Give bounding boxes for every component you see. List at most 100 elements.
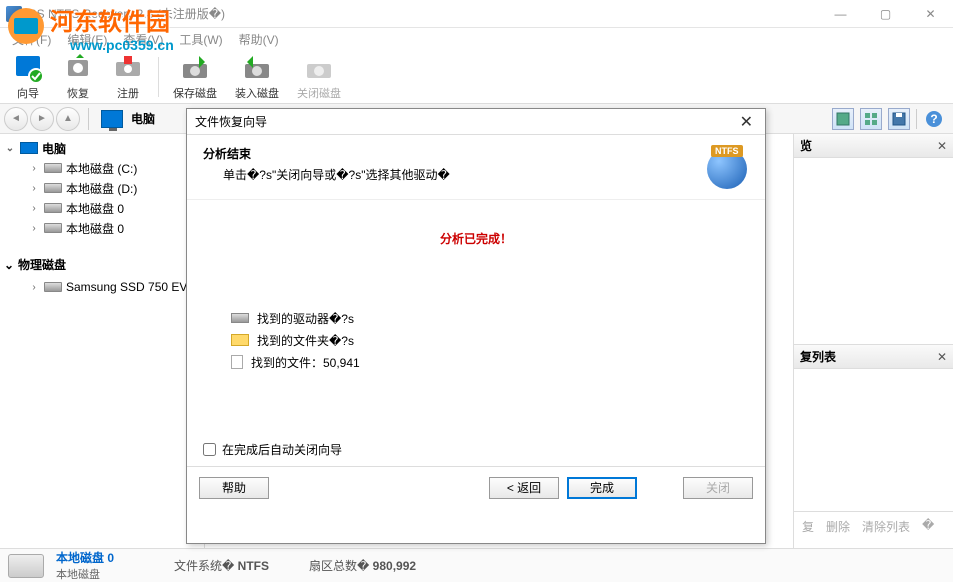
preview-close-icon[interactable]: ✕: [937, 139, 947, 153]
nav-back-button[interactable]: ◄: [4, 107, 28, 131]
load-disk-label: 装入磁盘: [235, 85, 279, 101]
drive-icon: [44, 282, 62, 292]
tree-label: 电脑: [42, 140, 66, 157]
expand-icon[interactable]: ›: [28, 223, 40, 234]
wizard-help-button[interactable]: 帮助: [199, 477, 269, 499]
recover-button[interactable]: 恢复: [54, 50, 102, 103]
nav-up-button[interactable]: ▲: [56, 107, 80, 131]
menu-file[interactable]: 文件(F): [4, 29, 59, 50]
tree-physical-drive[interactable]: › Samsung SSD 750 EVO: [0, 277, 204, 297]
separator: [916, 109, 917, 129]
menu-edit[interactable]: 编辑(E): [59, 29, 115, 50]
result-label: 找到的文件夹�?s: [257, 332, 354, 349]
minimize-button[interactable]: —: [818, 0, 863, 28]
main-toolbar: 向导 恢复 注册 保存磁盘 装入磁盘 关闭磁盘: [0, 50, 953, 104]
result-drives: 找到的驱动器�?s: [231, 307, 745, 329]
help-button[interactable]: ?: [923, 108, 945, 130]
preview-title: 览: [800, 137, 812, 154]
folder-icon: [231, 334, 249, 346]
collapse-icon[interactable]: ⌄: [4, 143, 16, 154]
view-large-button[interactable]: [832, 108, 854, 130]
status-sectors: 扇区总数� 980,992: [309, 557, 416, 574]
wizard-autoclose-row: 在完成后自动关闭向导: [187, 433, 765, 466]
tree-drive[interactable]: › 本地磁盘 (C:): [0, 158, 204, 178]
rl-clear-button[interactable]: 清除列表: [858, 516, 914, 537]
status-disk-sub: 本地磁盘: [56, 566, 114, 582]
drive-icon: [44, 223, 62, 233]
tree-label: 本地磁盘 (C:): [66, 160, 137, 177]
wizard-heading: 分析结束: [203, 145, 450, 162]
wizard-button[interactable]: 向导: [4, 50, 52, 103]
recovery-list-header: 复列表 ✕: [794, 345, 953, 369]
tree-label: 物理磁盘: [18, 256, 66, 273]
recover-label: 恢复: [67, 85, 89, 101]
tree-drive[interactable]: › 本地磁盘 0: [0, 198, 204, 218]
load-disk-icon: [241, 52, 273, 84]
result-folders: 找到的文件夹�?s: [231, 329, 745, 351]
wizard-body: 分析已完成！ 找到的驱动器�?s 找到的文件夹�?s 找到的文件：50,941: [187, 200, 765, 383]
load-disk-button[interactable]: 装入磁盘: [227, 50, 287, 103]
window-close-button[interactable]: ✕: [908, 0, 953, 28]
tree-physical-group[interactable]: ⌄ 物理磁盘: [0, 252, 204, 277]
menu-help[interactable]: 帮助(V): [231, 29, 287, 50]
menu-tools[interactable]: 工具(W): [171, 29, 230, 50]
recovery-list-close-icon[interactable]: ✕: [937, 350, 947, 364]
wizard-label: 向导: [17, 85, 39, 101]
wizard-close-button[interactable]: 关闭: [683, 477, 753, 499]
close-disk-icon: [303, 52, 335, 84]
maximize-button[interactable]: ▢: [863, 0, 908, 28]
expand-icon[interactable]: ›: [28, 183, 40, 194]
save-disk-label: 保存磁盘: [173, 85, 217, 101]
svg-text:?: ?: [930, 112, 937, 126]
separator: [88, 108, 89, 130]
wizard-icon: [12, 52, 44, 84]
close-disk-button[interactable]: 关闭磁盘: [289, 50, 349, 103]
nav-forward-button[interactable]: ►: [30, 107, 54, 131]
file-icon: [231, 355, 243, 369]
tree-label: Samsung SSD 750 EVO: [66, 280, 197, 294]
wizard-done-message: 分析已完成！: [207, 230, 745, 247]
ntfs-icon: NTFS: [705, 145, 749, 189]
rl-more-button[interactable]: �: [918, 516, 938, 537]
wizard-finish-button[interactable]: 完成: [567, 477, 637, 499]
tree-drive[interactable]: › 本地磁盘 0: [0, 218, 204, 238]
register-button[interactable]: 注册: [104, 50, 152, 103]
drive-icon: [231, 313, 249, 323]
wizard-title: 文件恢复向导: [195, 113, 267, 130]
rl-delete-button[interactable]: 删除: [822, 516, 854, 537]
window-titlebar: RS NTFS Recovery 2.8 (未注册版�) — ▢ ✕: [0, 0, 953, 28]
expand-icon[interactable]: ›: [28, 203, 40, 214]
result-label: 找到的文件：50,941: [251, 354, 360, 371]
preview-body: [794, 158, 953, 174]
computer-icon: [20, 142, 38, 154]
status-disk-name: 本地磁盘 0: [56, 549, 114, 566]
preview-header: 览 ✕: [794, 134, 953, 158]
expand-icon[interactable]: ›: [28, 163, 40, 174]
computer-icon: [101, 110, 123, 128]
wizard-close-button[interactable]: ✕: [736, 112, 757, 132]
recovery-list-toolbar: 复 删除 清除列表 �: [794, 511, 953, 541]
rl-recover-button[interactable]: 复: [798, 516, 818, 537]
drive-icon: [44, 203, 62, 213]
toolbar-separator: [158, 57, 159, 97]
menu-view[interactable]: 查看(V): [115, 29, 171, 50]
menubar: 文件(F) 编辑(E) 查看(V) 工具(W) 帮助(V): [0, 28, 953, 50]
tree-root-computer[interactable]: ⌄ 电脑: [0, 138, 204, 158]
save-button[interactable]: [888, 108, 910, 130]
view-list-button[interactable]: [860, 108, 882, 130]
wizard-back-button[interactable]: < 返回: [489, 477, 559, 499]
wizard-titlebar: 文件恢复向导 ✕: [187, 109, 765, 135]
recovery-list-title: 复列表: [800, 348, 836, 365]
tree-label: 本地磁盘 0: [66, 200, 124, 217]
register-icon: [112, 52, 144, 84]
right-panel: 览 ✕ 复列表 ✕ 复 删除 清除列表 �: [793, 134, 953, 548]
collapse-icon[interactable]: ⌄: [4, 258, 16, 272]
disk-icon: [8, 554, 44, 578]
drive-icon: [44, 163, 62, 173]
expand-icon[interactable]: ›: [28, 282, 40, 293]
save-disk-button[interactable]: 保存磁盘: [165, 50, 225, 103]
autoclose-checkbox[interactable]: [203, 443, 216, 456]
tree-drive[interactable]: › 本地磁盘 (D:): [0, 178, 204, 198]
autoclose-label: 在完成后自动关闭向导: [222, 441, 342, 458]
statusbar: 本地磁盘 0 本地磁盘 文件系统� NTFS 扇区总数� 980,992: [0, 548, 953, 582]
